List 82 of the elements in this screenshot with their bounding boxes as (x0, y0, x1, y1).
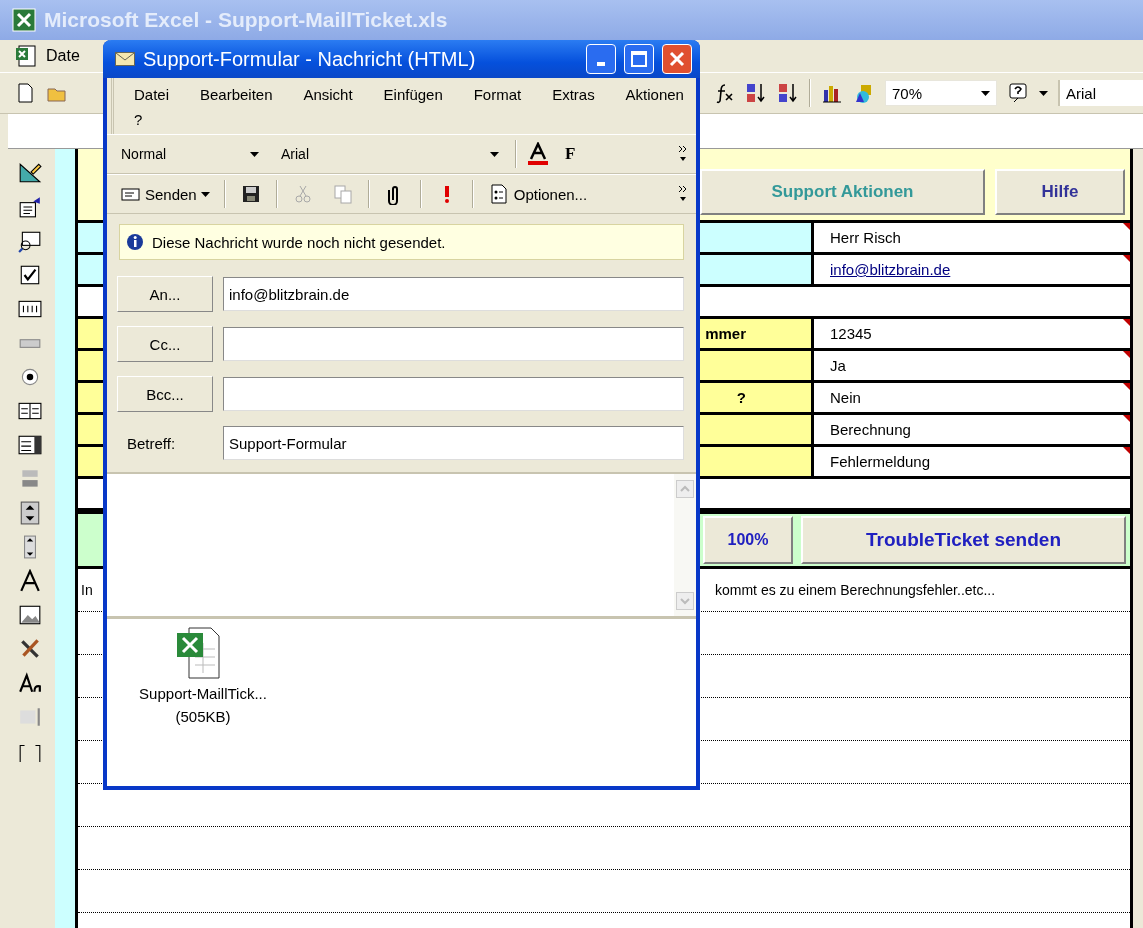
design-mode-icon[interactable] (18, 161, 42, 185)
minimize-button[interactable] (586, 44, 616, 74)
subject-label: Betreff: (126, 434, 177, 452)
excel-icon (12, 8, 36, 32)
image-icon[interactable] (18, 603, 42, 627)
view-code-icon[interactable] (18, 229, 42, 253)
menu-item[interactable]: Bearbeiten (197, 86, 275, 103)
email-link[interactable]: info@blitzbrain.de (830, 261, 951, 278)
comment-marker (1123, 447, 1130, 454)
comment-marker (1123, 351, 1130, 358)
dropdown-arrow-icon[interactable] (981, 90, 990, 96)
dropdown-arrow-icon[interactable] (200, 191, 210, 197)
note-text: In (81, 582, 93, 598)
window-title: Microsoft Excel - Support-MaillTicket.xls (44, 8, 448, 32)
text-field-icon[interactable] (18, 705, 42, 729)
options-button[interactable]: Optionen... (483, 181, 592, 207)
comment-marker (1123, 415, 1130, 422)
attachment-name: Support-MaillTick... (139, 685, 267, 702)
menu-item[interactable]: Aktionen (623, 86, 686, 103)
maximize-button[interactable] (624, 44, 654, 74)
menu-item[interactable]: Extras (550, 86, 597, 103)
value-cell[interactable]: info@blitzbrain.de (814, 255, 1130, 284)
toolbar-options-icon[interactable] (1039, 90, 1048, 96)
help-icon[interactable] (1007, 82, 1029, 104)
menu-item[interactable]: ? (132, 111, 145, 128)
input-field[interactable] (223, 327, 684, 361)
value-cell[interactable]: Herr Risch (814, 223, 1130, 252)
sheet-button[interactable]: Hilfe (995, 169, 1125, 215)
value-cell[interactable]: Nein (814, 383, 1130, 412)
dropdown-arrow-icon[interactable] (250, 151, 259, 157)
font-color-icon[interactable] (527, 142, 549, 166)
spin-button-icon[interactable] (18, 501, 42, 525)
menu-item[interactable]: Format (471, 86, 524, 103)
value-cell[interactable]: 12345 (814, 319, 1130, 348)
address-button[interactable]: Cc... (117, 326, 213, 362)
input-field[interactable]: Support-Formular (223, 426, 684, 460)
style-dropdown[interactable]: Normal (115, 141, 265, 167)
properties-icon[interactable] (18, 195, 42, 219)
minimize-icon (597, 62, 605, 66)
field-label: mmer (705, 325, 746, 342)
more-icon[interactable] (678, 145, 688, 163)
menu-item[interactable]: Datei (132, 86, 172, 103)
info-icon (126, 233, 144, 251)
checkbox-icon[interactable] (18, 263, 42, 287)
workbook-icon[interactable] (14, 44, 38, 68)
comment-marker (1123, 319, 1130, 326)
value-cell[interactable]: Fehlermeldung (814, 447, 1130, 476)
input-field[interactable]: info@blitzbrain.de (223, 277, 684, 311)
attachment-size: (505KB) (175, 708, 231, 725)
dropdown-arrow-icon[interactable] (490, 151, 499, 157)
value-cell[interactable]: Ja (814, 351, 1130, 380)
comment-marker (1123, 383, 1130, 390)
font-style-icon[interactable] (18, 671, 42, 695)
combo-box-icon[interactable] (18, 433, 42, 457)
address-button[interactable]: An... (117, 276, 213, 312)
more-icon[interactable] (678, 185, 688, 203)
sheet-button[interactable]: 100% (703, 516, 793, 564)
label-icon[interactable] (18, 569, 42, 593)
note-text: kommt es zu einem Berechnungsfehler..etc... (715, 582, 997, 598)
envelope-icon (115, 52, 135, 66)
zoom-dropdown[interactable]: 70% (885, 80, 997, 106)
font-dropdown[interactable]: Arial (275, 141, 505, 167)
send-button[interactable]: Senden (115, 181, 214, 207)
message-title: Support-Formular - Nachricht (HTML) (143, 47, 477, 71)
sort-descending-icon[interactable] (777, 82, 799, 104)
comment-marker (1123, 255, 1130, 262)
info-text: Diese Nachricht wurde noch nicht gesendet. (152, 233, 446, 251)
menu-item[interactable]: Date (46, 47, 80, 65)
bold-button[interactable]: F (559, 144, 582, 164)
menu-item[interactable]: Ansicht (301, 86, 355, 103)
field-label: ? (736, 389, 746, 406)
maximize-icon (631, 51, 647, 67)
input-field[interactable] (223, 377, 684, 411)
font-field[interactable]: Arial (1058, 80, 1143, 106)
close-icon (669, 51, 685, 67)
sheet-button[interactable]: TroubleTicket senden (801, 516, 1126, 564)
sort-ascending-icon[interactable] (745, 82, 767, 104)
address-button[interactable]: Bcc... (117, 376, 213, 412)
comment-marker (1123, 223, 1130, 230)
close-button[interactable] (662, 44, 692, 74)
value-cell[interactable]: Berechnung (814, 415, 1130, 444)
menu-item[interactable]: Einfügen (381, 86, 445, 103)
